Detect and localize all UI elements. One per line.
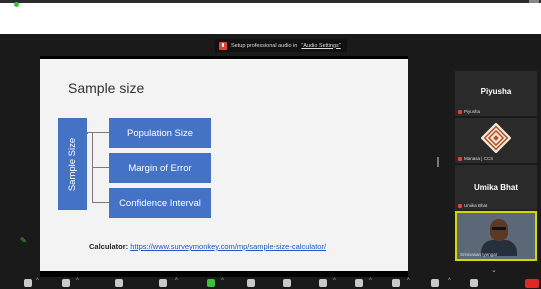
participant-tile-umika[interactable]: Umika Bhat Umika Bhat xyxy=(455,165,537,210)
notes-icon[interactable] xyxy=(392,279,400,287)
annotate-pencil-icon[interactable]: ✎ xyxy=(20,237,28,245)
mic-caret-icon[interactable]: ^ xyxy=(36,278,39,284)
participant-label-text: Umika Bhat xyxy=(464,203,488,208)
participant-label: Umika Bhat xyxy=(458,203,487,208)
video-caret-icon[interactable]: ^ xyxy=(76,278,79,284)
mic-warning-icon xyxy=(219,41,227,50)
participant-label: Manasa | CCS xyxy=(458,156,493,161)
participant-tile-srinivasan[interactable]: Srinivasan Iyengar xyxy=(455,211,537,261)
participant-label-text: Manasa | CCS xyxy=(464,156,494,161)
window-top-edge xyxy=(0,0,541,3)
record-icon[interactable] xyxy=(431,279,439,287)
ccs-logo-icon xyxy=(480,122,512,154)
participants-icon[interactable] xyxy=(159,279,167,287)
calculator-link[interactable]: https://www.surveymonkey.com/mp/sample-s… xyxy=(130,242,326,251)
participant-video-glasses xyxy=(492,227,506,230)
chat-icon[interactable] xyxy=(247,279,255,287)
population-size-text: Population Size xyxy=(126,127,194,139)
mic-muted-icon xyxy=(458,156,462,161)
apps-icon[interactable] xyxy=(319,279,327,287)
meeting-toolbar: ^ ^ ^ ^ ^ ^ ^ ^ xyxy=(0,277,541,289)
participant-name: Umika Bhat xyxy=(473,183,518,192)
calculator-label: Calculator: xyxy=(89,242,129,251)
participant-label-text: Piyusha xyxy=(464,109,481,114)
security-icon[interactable] xyxy=(115,279,123,287)
population-size-box: Population Size xyxy=(109,118,211,148)
connector-branch xyxy=(92,167,109,168)
margin-of-error-box: Margin of Error xyxy=(109,153,211,183)
audio-settings-notice[interactable]: Setup professional audio in "Audio Setti… xyxy=(215,39,347,52)
meeting-window: Setup professional audio in "Audio Setti… xyxy=(0,34,541,289)
margin-of-error-text: Margin of Error xyxy=(128,162,192,174)
whiteboard-icon[interactable] xyxy=(355,279,363,287)
connector-branch xyxy=(87,132,109,133)
audio-settings-link[interactable]: "Audio Settings" xyxy=(301,43,340,49)
video-icon[interactable] xyxy=(62,279,70,287)
participant-tile-manasa[interactable]: Manasa | CCS xyxy=(455,118,537,163)
sample-size-box: Sample Size xyxy=(58,118,87,210)
participant-tile-piyusha[interactable]: Piyusha Piyusha xyxy=(455,71,537,116)
confidence-interval-text: Confidence Interval xyxy=(119,197,201,209)
notes-caret-icon[interactable]: ^ xyxy=(407,278,410,284)
connector-trunk xyxy=(87,133,88,134)
participant-label: Srinivasan Iyengar xyxy=(460,252,497,257)
share-screen-icon[interactable] xyxy=(207,279,215,287)
participants-caret-icon[interactable]: ^ xyxy=(175,278,178,284)
share-caret-icon[interactable]: ^ xyxy=(221,278,224,284)
window-corner-mark xyxy=(529,0,539,3)
participant-label-text: Srinivasan Iyengar xyxy=(460,252,498,257)
participant-label: Piyusha xyxy=(458,109,480,114)
shared-screen: Sample size Sample Size Population Size … xyxy=(40,56,408,278)
connector-branch xyxy=(92,202,109,203)
calculator-line: Calculator: https://www.surveymonkey.com… xyxy=(89,242,326,251)
reactions-icon[interactable] xyxy=(283,279,291,287)
panel-resize-handle[interactable] xyxy=(437,157,439,167)
slide-title: Sample size xyxy=(68,80,145,96)
end-meeting-button[interactable] xyxy=(525,279,539,288)
participant-name: Piyusha xyxy=(480,87,512,96)
participant-video-head xyxy=(490,219,508,241)
chevron-down-icon[interactable]: ⌄ xyxy=(491,266,497,274)
notice-text: Setup professional audio in xyxy=(231,42,298,49)
status-dot xyxy=(14,2,19,7)
presentation-slide: Sample size Sample Size Population Size … xyxy=(40,59,408,271)
mic-muted-icon xyxy=(458,203,462,208)
mic-muted-icon xyxy=(458,109,462,114)
record-caret-icon[interactable]: ^ xyxy=(448,278,451,284)
more-icon[interactable] xyxy=(470,279,478,287)
confidence-interval-box: Confidence Interval xyxy=(109,188,211,218)
whiteboard-caret-icon[interactable]: ^ xyxy=(369,278,372,284)
apps-caret-icon[interactable]: ^ xyxy=(333,278,336,284)
mic-icon[interactable] xyxy=(24,279,32,287)
sample-size-label: Sample Size xyxy=(67,137,78,191)
